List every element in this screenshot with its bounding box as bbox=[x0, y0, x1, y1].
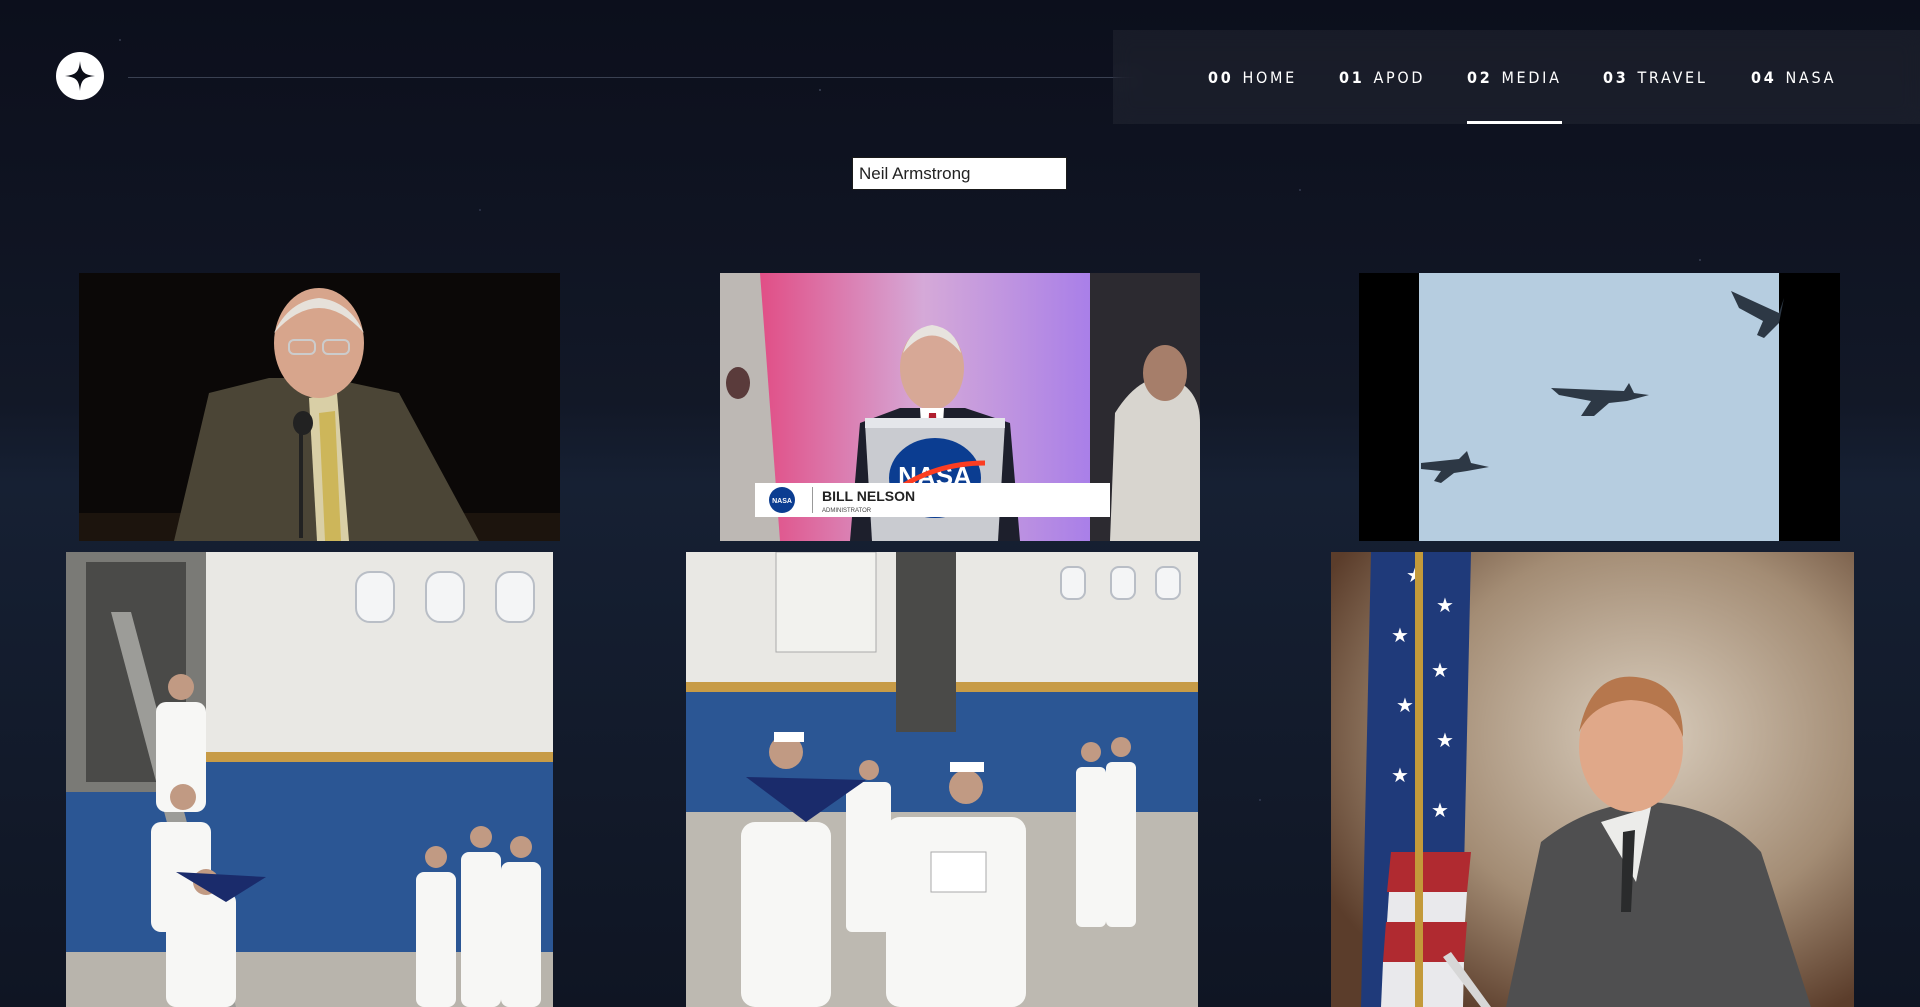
nav-item-home[interactable]: 00 HOME bbox=[1208, 30, 1297, 124]
nav-label: NASA bbox=[1785, 67, 1837, 87]
svg-text:★: ★ bbox=[1436, 593, 1454, 617]
lower-third-name: BILL NELSON bbox=[822, 488, 915, 504]
nav-item-travel[interactable]: 03 TRAVEL bbox=[1603, 30, 1708, 124]
nav-number: 01 bbox=[1339, 67, 1365, 87]
honor-guard-stairs-image bbox=[66, 552, 553, 1007]
nav-label: MEDIA bbox=[1501, 67, 1562, 87]
svg-text:★: ★ bbox=[1396, 693, 1414, 717]
honor-guard-flag-image bbox=[686, 552, 1198, 1007]
main-nav: 00 HOME 01 APOD 02 MEDIA 03 TRAVEL 04 NA… bbox=[1113, 30, 1920, 124]
nav-number: 04 bbox=[1751, 67, 1777, 87]
svg-text:★: ★ bbox=[1431, 658, 1449, 682]
media-tile-video[interactable] bbox=[79, 273, 560, 541]
compass-star-icon bbox=[65, 61, 95, 91]
media-tile-image[interactable] bbox=[686, 552, 1198, 1007]
svg-text:★: ★ bbox=[1391, 763, 1409, 787]
nav-item-nasa[interactable]: 04 NASA bbox=[1751, 30, 1836, 124]
header-divider bbox=[128, 77, 1136, 78]
speaker-thumbnail bbox=[79, 273, 560, 541]
nav-label: TRAVEL bbox=[1637, 67, 1708, 87]
svg-text:★: ★ bbox=[1391, 623, 1409, 647]
media-tile-image[interactable] bbox=[66, 552, 553, 1007]
lower-third-title: ADMINISTRATOR bbox=[822, 508, 872, 514]
nasa-badge: NASA bbox=[772, 498, 792, 505]
nav-number: 02 bbox=[1467, 67, 1493, 87]
jets-thumbnail bbox=[1359, 273, 1840, 541]
logo[interactable] bbox=[56, 52, 104, 100]
nav-item-apod[interactable]: 01 APOD bbox=[1339, 30, 1425, 124]
nav-number: 03 bbox=[1603, 67, 1629, 87]
svg-text:★: ★ bbox=[1436, 728, 1454, 752]
podium-thumbnail: NASA NASA BILL NELSON ADMINISTRATOR bbox=[720, 273, 1200, 541]
nav-label: HOME bbox=[1242, 67, 1297, 87]
nav-number: 00 bbox=[1208, 67, 1234, 87]
nav-label: APOD bbox=[1373, 67, 1426, 87]
media-tile-video[interactable] bbox=[1359, 273, 1840, 541]
svg-text:★: ★ bbox=[1431, 798, 1449, 822]
media-tile-video[interactable]: NASA NASA BILL NELSON ADMINISTRATOR bbox=[720, 273, 1200, 541]
nav-item-media[interactable]: 02 MEDIA bbox=[1467, 30, 1562, 124]
search-input[interactable] bbox=[852, 157, 1067, 190]
portrait-image: ★★★ ★★★ ★★ bbox=[1331, 552, 1854, 1007]
media-tile-image[interactable]: ★ ★ ★ ★ ★ ★ ★ ★ bbox=[1331, 552, 1854, 1007]
